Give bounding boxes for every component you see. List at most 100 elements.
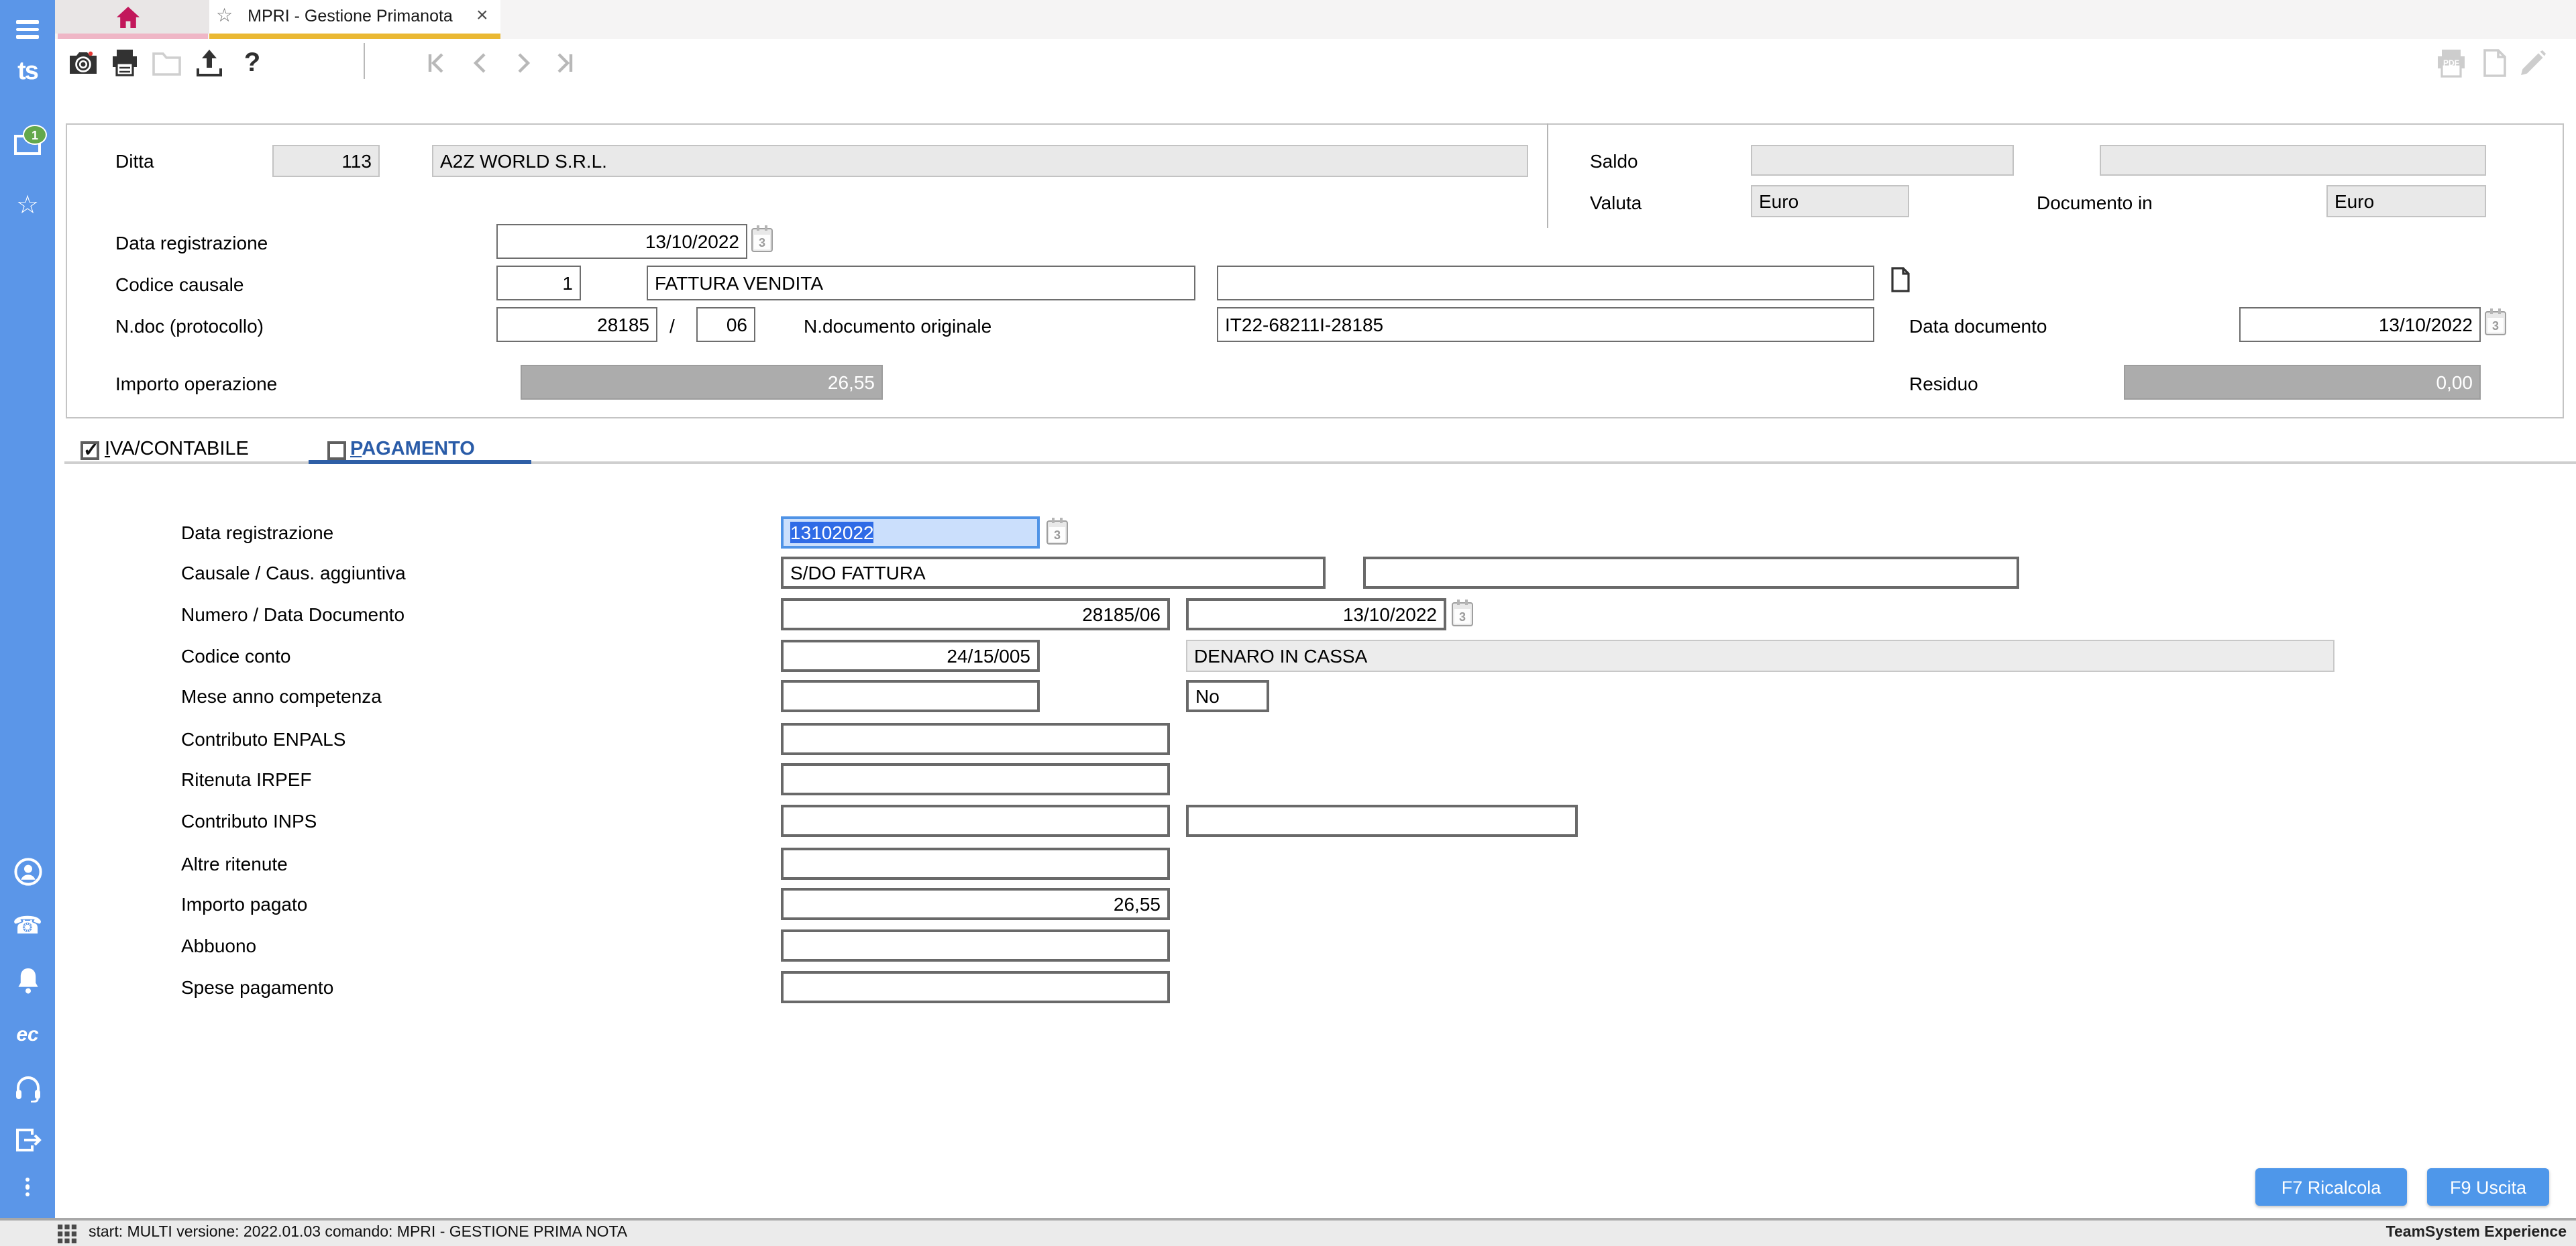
iva-contabile-checkbox[interactable]: ✓ xyxy=(80,441,99,460)
valuta-field[interactable]: Euro xyxy=(1751,185,1909,217)
ritenuta-irpef-field[interactable] xyxy=(781,763,1170,795)
documento-in-label: Documento in xyxy=(2037,192,2153,213)
contributo-inps-label: Contributo INPS xyxy=(181,810,317,832)
nav-next-icon[interactable] xyxy=(506,46,541,80)
spese-pagamento-field[interactable] xyxy=(781,971,1170,1003)
saldo-field-1[interactable] xyxy=(1751,145,2014,176)
documento-in-field[interactable]: Euro xyxy=(2326,185,2486,217)
tab-title: MPRI - Gestione Primanota xyxy=(236,0,464,34)
codice-causale-extra-field[interactable] xyxy=(1217,266,1874,300)
importo-operazione-label: Importo operazione xyxy=(115,373,277,394)
ditta-name-field[interactable]: A2Z WORLD S.R.L. xyxy=(432,145,1528,177)
tab-iva-contabile[interactable]: IVA/CONTABILE xyxy=(105,439,249,460)
codice-causale-code-field[interactable]: 1 xyxy=(496,266,581,300)
print-pdf-icon[interactable]: PDF xyxy=(2434,46,2469,80)
hamburger-menu-icon[interactable] xyxy=(0,16,55,43)
form-data-registrazione-label: Data registrazione xyxy=(181,522,333,543)
ec-logo-icon[interactable]: ec xyxy=(0,1019,55,1049)
codice-causale-desc-field[interactable]: FATTURA VENDITA xyxy=(647,266,1195,300)
tab-home[interactable] xyxy=(55,0,209,34)
print-icon[interactable] xyxy=(107,46,142,80)
altre-ritenute-field[interactable] xyxy=(781,848,1170,880)
numero-data-documento-label: Numero / Data Documento xyxy=(181,604,405,625)
ricalcola-button[interactable]: F7 Ricalcola xyxy=(2255,1168,2407,1206)
calendar-icon[interactable]: 3 xyxy=(2485,311,2506,335)
attached-document-icon[interactable] xyxy=(1890,267,1911,292)
ditta-code-field[interactable]: 113 xyxy=(272,145,380,177)
importo-pagato-field[interactable]: 26,55 xyxy=(781,888,1170,920)
mese-anno-competenza-field[interactable] xyxy=(781,680,1040,712)
ts-logo-text: ts xyxy=(17,58,38,87)
ndoc-originale-label: N.documento originale xyxy=(804,315,991,337)
uscita-button[interactable]: F9 Uscita xyxy=(2427,1168,2549,1206)
data-documento-form-field[interactable]: 13/10/2022 xyxy=(1186,598,1446,630)
codice-conto-field[interactable]: 24/15/005 xyxy=(781,640,1040,672)
open-folder-icon[interactable] xyxy=(149,46,184,80)
tab-favorite-star-icon[interactable]: ☆ xyxy=(216,4,233,27)
new-document-icon[interactable] xyxy=(2477,46,2512,80)
app-window: ts 1 ☆ ☎ ec xyxy=(0,0,2576,1246)
more-options-icon[interactable] xyxy=(0,1172,55,1202)
notifications-bell-icon[interactable] xyxy=(0,966,55,995)
ndoc-suffix-field[interactable]: 06 xyxy=(696,307,755,342)
toolbar: ? PDF xyxy=(55,39,2576,87)
tab-close-icon[interactable]: × xyxy=(476,4,488,27)
tab-strip: ☆ MPRI - Gestione Primanota × xyxy=(55,0,2576,39)
active-section-tab-indicator xyxy=(309,460,531,464)
causale-aggiuntiva-field[interactable] xyxy=(1363,557,2019,589)
calendar-icon[interactable]: 3 xyxy=(1452,602,1473,626)
altre-ritenute-label: Altre ritenute xyxy=(181,853,288,874)
edit-pencil-icon[interactable] xyxy=(2516,46,2551,80)
calendar-icon[interactable]: 3 xyxy=(1046,520,1068,545)
causale-field[interactable]: S/DO FATTURA xyxy=(781,557,1326,589)
data-documento-field[interactable]: 13/10/2022 xyxy=(2239,307,2481,342)
importo-operazione-field: 26,55 xyxy=(521,365,883,400)
numero-documento-field[interactable]: 28185/06 xyxy=(781,598,1170,630)
residuo-label: Residuo xyxy=(1909,373,1978,394)
ndoc-separator: / xyxy=(669,315,675,337)
ndoc-number-field[interactable]: 28185 xyxy=(496,307,657,342)
pagamento-checkbox[interactable] xyxy=(327,441,346,460)
screenshot-camera-icon[interactable] xyxy=(66,46,101,80)
nav-previous-icon[interactable] xyxy=(463,46,498,80)
app-grid-icon[interactable] xyxy=(58,1225,76,1243)
mese-anno-flag-field[interactable]: No xyxy=(1186,680,1269,712)
home-icon xyxy=(117,7,140,28)
teamsystem-logo: ts xyxy=(0,56,55,89)
causale-label: Causale / Caus. aggiuntiva xyxy=(181,562,406,583)
sidebar: ts 1 ☆ ☎ ec xyxy=(0,0,55,1218)
tab-pagamento[interactable]: PAGAMENTO xyxy=(350,439,475,460)
toolbar-separator xyxy=(364,43,365,79)
ndoc-originale-field[interactable]: IT22-68211I-28185 xyxy=(1217,307,1874,342)
contributo-inps-extra-field[interactable] xyxy=(1186,805,1578,837)
saldo-label: Saldo xyxy=(1590,150,1638,172)
home-tab-underline xyxy=(58,34,208,39)
favorites-star-icon[interactable]: ☆ xyxy=(0,190,55,220)
svg-text:PDF: PDF xyxy=(2443,58,2459,68)
active-tab-underline xyxy=(209,34,500,39)
contributo-inps-field[interactable] xyxy=(781,805,1170,837)
abbuono-field[interactable] xyxy=(781,929,1170,962)
form-data-registrazione-field[interactable]: 13102022 xyxy=(781,516,1040,549)
data-registrazione-label: Data registrazione xyxy=(115,232,268,253)
help-icon[interactable]: ? xyxy=(235,46,270,80)
ditta-label: Ditta xyxy=(115,150,154,172)
mese-anno-competenza-label: Mese anno competenza xyxy=(181,685,382,707)
contributo-enpals-field[interactable] xyxy=(781,723,1170,755)
codice-conto-desc-field: DENARO IN CASSA xyxy=(1186,640,2334,672)
spese-pagamento-label: Spese pagamento xyxy=(181,976,333,998)
tab-active-mpri[interactable]: ☆ MPRI - Gestione Primanota × xyxy=(209,0,500,34)
phone-contact-icon[interactable]: ☎ xyxy=(0,911,55,940)
upload-icon[interactable] xyxy=(192,46,227,80)
saldo-field-2[interactable] xyxy=(2100,145,2486,176)
importo-pagato-label: Importo pagato xyxy=(181,893,307,915)
nav-first-icon[interactable] xyxy=(419,46,453,80)
calendar-icon[interactable]: 3 xyxy=(751,228,773,252)
status-bar: start: MULTI versione: 2022.01.03 comand… xyxy=(0,1218,2576,1246)
support-headset-icon[interactable] xyxy=(0,1073,55,1102)
logout-icon[interactable] xyxy=(0,1125,55,1155)
data-registrazione-field[interactable]: 13/10/2022 xyxy=(496,224,747,259)
status-message: start: MULTI versione: 2022.01.03 comand… xyxy=(89,1221,627,1246)
nav-last-icon[interactable] xyxy=(547,46,582,80)
account-icon[interactable] xyxy=(0,857,55,887)
